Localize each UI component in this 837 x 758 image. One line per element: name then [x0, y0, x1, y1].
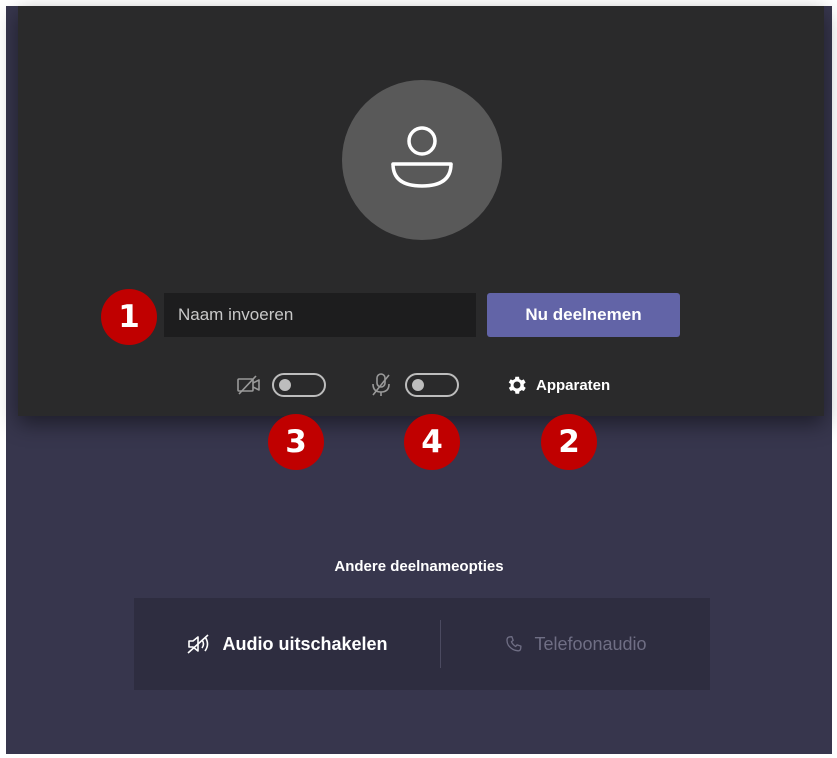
audio-off-label: Audio uitschakelen [222, 633, 388, 654]
avatar [342, 80, 502, 240]
phone-audio-label: Telefoonaudio [534, 633, 647, 654]
callout-marker-1: 1 [101, 289, 157, 345]
callout-marker-2: 2 [541, 414, 597, 470]
microphone-toggle-knob [412, 379, 424, 391]
other-join-options-title: Andere deelnameopties [334, 558, 504, 575]
devices-label: Apparaten [536, 376, 611, 394]
meeting-prejoin-screen: Nu deelnemen Apparaten 1 2 3 4 Andere de [6, 6, 832, 754]
callout-marker-4: 4 [404, 414, 460, 470]
person-icon [391, 126, 453, 188]
camera-toggle-knob [279, 379, 291, 391]
speaker-off-icon [187, 634, 210, 654]
callout-marker-3: 3 [268, 414, 324, 470]
microphone-toggle[interactable] [405, 373, 459, 397]
join-now-button[interactable]: Nu deelnemen [487, 293, 680, 337]
camera-toggle[interactable] [272, 373, 326, 397]
phone-audio-option[interactable]: Telefoonaudio [441, 598, 710, 690]
microphone-off-icon [372, 373, 390, 396]
name-input[interactable] [164, 293, 476, 337]
video-preview-panel: Nu deelnemen Apparaten [18, 6, 824, 416]
camera-off-icon [237, 375, 260, 395]
devices-button[interactable]: Apparaten [506, 372, 610, 398]
other-join-options-bar: Audio uitschakelen Telefoonaudio [134, 598, 710, 690]
phone-icon [506, 636, 523, 652]
audio-off-option[interactable]: Audio uitschakelen [134, 598, 440, 690]
gear-icon [508, 376, 526, 394]
